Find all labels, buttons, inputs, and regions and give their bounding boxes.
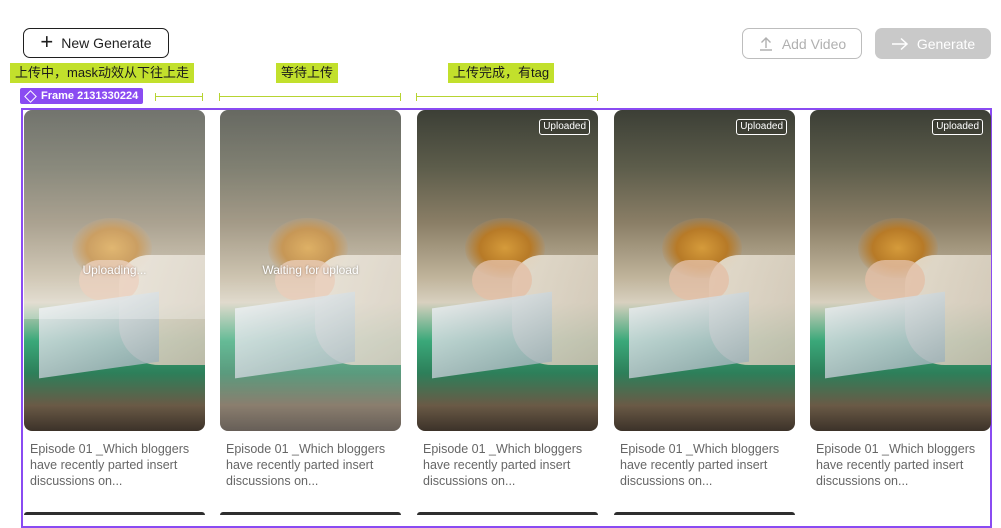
upload-status-text: Waiting for upload — [262, 263, 359, 277]
video-thumbnail: Waiting for upload — [220, 110, 401, 431]
video-thumbnail: Uploading... — [24, 110, 205, 431]
video-card[interactable]: Waiting for upload Episode 01 _Which blo… — [220, 110, 401, 489]
video-caption: Episode 01 _Which bloggers have recently… — [620, 442, 780, 488]
new-generate-label: New Generate — [61, 35, 152, 51]
plus-icon: + — [40, 29, 54, 54]
frame-name: Frame 2131330224 — [41, 90, 139, 102]
generate-button[interactable]: Generate — [875, 28, 991, 59]
diamond-icon — [24, 89, 37, 103]
ruler-line — [416, 93, 598, 101]
new-generate-button[interactable]: + New Generate — [23, 28, 169, 58]
video-caption: Episode 01 _Which bloggers have recently… — [30, 442, 190, 488]
frame-label: Frame 2131330224 — [20, 88, 144, 104]
upload-progress-mask — [24, 110, 205, 319]
add-video-button[interactable]: Add Video — [742, 28, 862, 59]
waiting-annotation: 等待上传 — [276, 63, 339, 83]
generate-label: Generate — [916, 35, 976, 52]
upload-status-text: Uploading... — [82, 263, 147, 277]
upload-icon — [759, 36, 772, 51]
video-card[interactable]: Uploading... Episode 01 _Which bloggers … — [24, 110, 205, 489]
video-thumbnail: Uploaded — [614, 110, 795, 431]
video-card[interactable]: Uploaded Episode 01 _Which bloggers have… — [614, 110, 795, 489]
video-caption: Episode 01 _Which bloggers have recently… — [226, 442, 386, 488]
video-thumbnail: Uploaded — [810, 110, 991, 431]
video-caption: Episode 01 _Which bloggers have recently… — [423, 442, 583, 488]
ruler-line — [155, 93, 203, 101]
video-thumbnail: Uploaded — [417, 110, 598, 431]
uploaded-badge: Uploaded — [932, 119, 983, 135]
video-card[interactable]: Uploaded Episode 01 _Which bloggers have… — [417, 110, 598, 489]
ruler-line — [219, 93, 401, 101]
video-card[interactable]: Uploaded Episode 01 _Which bloggers have… — [810, 110, 991, 489]
uploaded-annotation: 上传完成，有tag — [448, 63, 555, 83]
uploaded-badge: Uploaded — [539, 119, 590, 135]
uploading-annotation: 上传中，mask动效从下往上走 — [10, 63, 195, 83]
arrow-right-icon — [891, 37, 908, 50]
uploaded-badge: Uploaded — [736, 119, 787, 135]
video-caption: Episode 01 _Which bloggers have recently… — [816, 442, 976, 488]
add-video-label: Add Video — [781, 35, 847, 52]
